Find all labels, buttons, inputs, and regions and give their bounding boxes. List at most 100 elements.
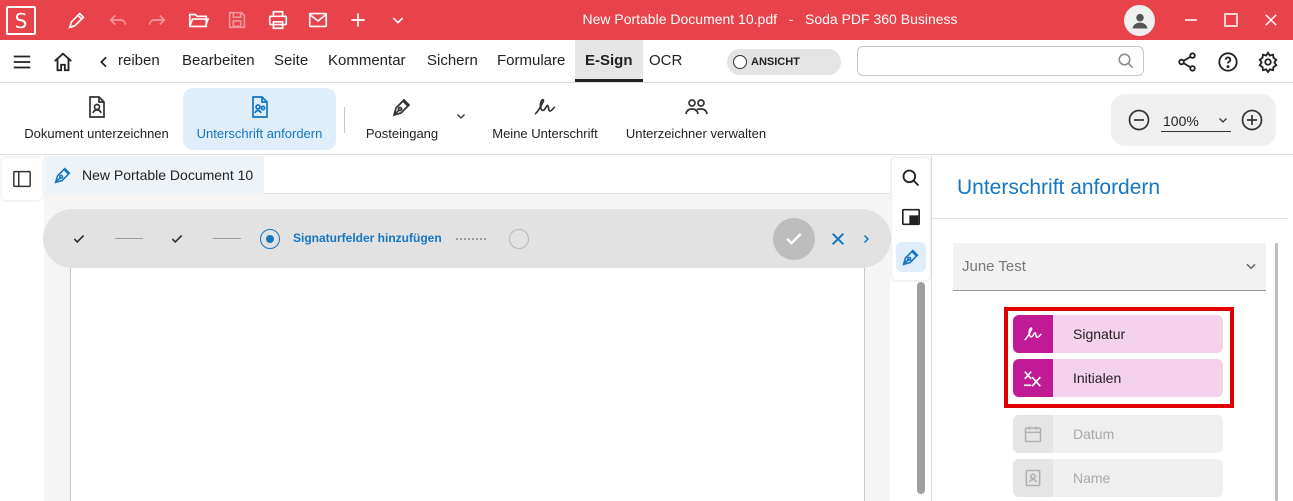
document-scrollbar[interactable] <box>917 282 925 494</box>
confirm-step-button[interactable] <box>773 218 815 260</box>
view-toggle-label: ANSICHT <box>751 56 800 68</box>
signature-field-button[interactable]: Signatur <box>1013 315 1223 353</box>
window-title: New Portable Document 10.pdf - Soda PDF … <box>582 11 958 27</box>
menu-item-esign[interactable]: E-Sign <box>575 40 643 82</box>
esign-pen-icon[interactable] <box>896 242 926 272</box>
zoom-level-select[interactable]: 100% <box>1161 110 1231 132</box>
close-icon[interactable] <box>1258 7 1284 33</box>
date-field-label: Datum <box>1073 426 1115 442</box>
request-signature-label: Unterschrift anfordern <box>196 126 323 141</box>
help-icon[interactable] <box>1216 50 1240 74</box>
menu-item-kommentar[interactable]: Kommentar <box>328 40 406 82</box>
inbox-dropdown-chevron-icon[interactable] <box>450 88 472 150</box>
menu-item-bearbeiten[interactable]: Bearbeiten <box>182 40 255 82</box>
menu-item-formulare[interactable]: Formulare <box>497 40 565 82</box>
step-1-check-icon <box>69 229 89 249</box>
document-tab[interactable]: New Portable Document 10 <box>44 156 264 194</box>
my-signature-button[interactable]: Meine Unterschrift <box>486 88 604 150</box>
signer-name: June Test <box>962 258 1026 275</box>
home-icon[interactable] <box>51 50 75 74</box>
panel-title: Unterschrift anfordern <box>957 176 1161 199</box>
app-logo-letter: S <box>14 8 28 33</box>
undo-icon[interactable] <box>105 7 131 33</box>
sign-document-button[interactable]: Dokument unterzeichnen <box>18 88 175 150</box>
save-icon[interactable] <box>224 7 250 33</box>
panel-scrollbar[interactable] <box>1275 243 1278 501</box>
inbox-button[interactable]: Posteingang <box>360 88 444 150</box>
chevron-right-icon[interactable] <box>857 229 875 249</box>
menu-item-schreiben[interactable]: reiben <box>118 40 162 82</box>
sign-document-label: Dokument unterzeichnen <box>24 126 169 141</box>
current-step-label: Signaturfelder hinzufügen <box>293 231 442 245</box>
initials-icon <box>1013 359 1053 397</box>
manage-signers-label: Unterzeichner verwalten <box>625 126 767 141</box>
step-3-current-indicator <box>260 229 280 249</box>
hamburger-menu-icon[interactable] <box>10 50 34 74</box>
initials-field-label: Initialen <box>1073 370 1122 386</box>
signature-field-label: Signatur <box>1073 326 1126 342</box>
document-tab-title: New Portable Document 10 <box>82 167 254 183</box>
calendar-icon <box>1013 415 1053 453</box>
title-bar: S New Portable Document 10.pdf - Soda PD… <box>0 0 1293 40</box>
plus-icon[interactable] <box>345 7 371 33</box>
pen-nib-icon <box>52 164 74 186</box>
name-field-button[interactable]: Name <box>1013 459 1223 497</box>
people-icon <box>683 94 709 120</box>
chevron-down-icon <box>1217 114 1229 126</box>
signer-dropdown[interactable]: June Test <box>953 243 1266 291</box>
document-user-icon <box>85 94 109 120</box>
signature-scribble-icon <box>532 94 558 120</box>
scroll-left-icon[interactable] <box>92 50 116 74</box>
menu-bar: reiben Bearbeiten Seite Kommentar Sicher… <box>0 40 1293 83</box>
initials-field-button[interactable]: Initialen <box>1013 359 1223 397</box>
toggle-knob <box>733 55 747 69</box>
name-field-label: Name <box>1073 470 1111 486</box>
search-icon[interactable] <box>896 163 926 193</box>
print-icon[interactable] <box>265 7 291 33</box>
user-avatar[interactable] <box>1124 5 1155 36</box>
workflow-step-bar: Signaturfelder hinzufügen <box>43 209 891 268</box>
zoom-in-icon[interactable] <box>1240 108 1264 132</box>
pdf-page[interactable] <box>70 268 865 501</box>
panel-divider <box>932 218 1288 219</box>
manage-signers-button[interactable]: Unterzeichner verwalten <box>620 88 772 150</box>
request-signature-button[interactable]: Unterschrift anfordern <box>183 88 336 150</box>
panel-layout-icon[interactable] <box>896 202 926 232</box>
pen-nib-icon <box>390 94 414 120</box>
inbox-label: Posteingang <box>365 126 439 141</box>
menu-item-ocr[interactable]: OCR <box>649 40 682 82</box>
maximize-icon[interactable] <box>1218 7 1244 33</box>
view-mode-toggle[interactable]: ANSICHT <box>727 49 841 75</box>
zoom-level-value: 100% <box>1163 112 1199 129</box>
zoom-out-icon[interactable] <box>1127 108 1151 132</box>
minimize-icon[interactable] <box>1178 7 1204 33</box>
step-4-indicator <box>509 229 529 249</box>
step-connector-dotted <box>456 238 486 240</box>
share-icon[interactable] <box>1175 50 1199 74</box>
chevron-down-icon[interactable] <box>385 7 411 33</box>
cancel-close-icon[interactable] <box>827 228 849 250</box>
redo-icon[interactable] <box>144 7 170 33</box>
step-connector <box>115 238 143 239</box>
menu-item-seite[interactable]: Seite <box>274 40 308 82</box>
mail-icon[interactable] <box>305 7 331 33</box>
search-input[interactable] <box>866 47 1106 75</box>
app-logo[interactable]: S <box>6 6 36 35</box>
tab-bar <box>264 156 890 194</box>
pen-icon[interactable] <box>64 7 90 33</box>
step-connector <box>213 238 241 239</box>
request-signature-icon <box>248 94 272 120</box>
settings-gear-icon[interactable] <box>1256 50 1280 74</box>
chevron-down-icon <box>1244 259 1258 273</box>
sidebar-toggle-icon[interactable] <box>2 158 42 200</box>
my-signature-label: Meine Unterschrift <box>492 126 598 141</box>
search-box <box>857 46 1144 76</box>
step-2-check-icon <box>167 229 187 249</box>
request-signature-panel: Unterschrift anfordern June Test Signatu… <box>931 156 1293 501</box>
open-folder-icon[interactable] <box>185 7 211 33</box>
signature-icon <box>1013 315 1053 353</box>
search-icon[interactable] <box>1117 52 1135 70</box>
side-toolbar <box>892 158 930 280</box>
date-field-button[interactable]: Datum <box>1013 415 1223 453</box>
menu-item-sichern[interactable]: Sichern <box>427 40 478 82</box>
